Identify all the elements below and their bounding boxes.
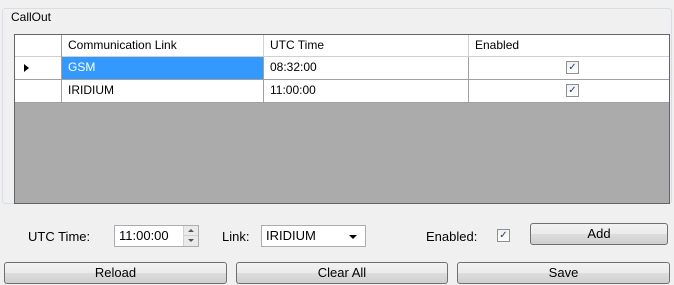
link-selected-value: IRIDIUM bbox=[266, 228, 316, 243]
column-header-enabled[interactable]: Enabled bbox=[469, 35, 669, 57]
reload-button[interactable]: Reload bbox=[4, 262, 227, 284]
save-button[interactable]: Save bbox=[457, 262, 670, 284]
column-header-utc-time[interactable]: UTC Time bbox=[264, 35, 469, 57]
grid-header: Communication Link UTC Time Enabled bbox=[15, 35, 669, 57]
cell-utc-time[interactable]: 11:00:00 bbox=[264, 80, 469, 102]
row-header-corner bbox=[15, 35, 62, 57]
callout-grid[interactable]: Communication Link UTC Time Enabled GSM … bbox=[14, 34, 670, 204]
enabled-checkbox[interactable]: ✓ bbox=[566, 61, 579, 74]
utc-time-picker[interactable]: 11:00:00 bbox=[114, 225, 199, 247]
spin-buttons bbox=[183, 226, 198, 246]
enabled-checkbox[interactable]: ✓ bbox=[497, 229, 510, 242]
row-header[interactable] bbox=[15, 57, 62, 79]
enabled-label: Enabled: bbox=[426, 229, 478, 244]
link-dropdown[interactable]: IRIDIUM bbox=[261, 225, 366, 247]
utc-time-value[interactable]: 11:00:00 bbox=[119, 228, 169, 244]
cell-enabled[interactable]: ✓ bbox=[469, 80, 669, 102]
enabled-checkbox[interactable]: ✓ bbox=[566, 84, 579, 97]
row-header[interactable] bbox=[15, 80, 62, 102]
current-row-arrow-icon bbox=[24, 64, 29, 72]
cell-enabled[interactable]: ✓ bbox=[469, 57, 669, 79]
table-row[interactable]: IRIDIUM 11:00:00 ✓ bbox=[15, 80, 669, 103]
link-label: Link: bbox=[222, 229, 250, 244]
utc-time-label: UTC Time: bbox=[28, 229, 91, 244]
cell-communication-link[interactable]: GSM bbox=[62, 57, 264, 79]
add-button[interactable]: Add bbox=[530, 223, 668, 245]
spin-up-arrow-icon[interactable] bbox=[184, 226, 198, 236]
chevron-down-icon[interactable] bbox=[349, 235, 357, 239]
callout-group-title: CallOut bbox=[9, 10, 54, 24]
column-header-communication-link[interactable]: Communication Link bbox=[62, 35, 264, 57]
cell-utc-time[interactable]: 08:32:00 bbox=[264, 57, 469, 79]
clear-all-button[interactable]: Clear All bbox=[236, 262, 448, 284]
spin-down-arrow-icon[interactable] bbox=[184, 236, 198, 246]
table-row[interactable]: GSM 08:32:00 ✓ bbox=[15, 57, 669, 80]
cell-communication-link[interactable]: IRIDIUM bbox=[62, 80, 264, 102]
